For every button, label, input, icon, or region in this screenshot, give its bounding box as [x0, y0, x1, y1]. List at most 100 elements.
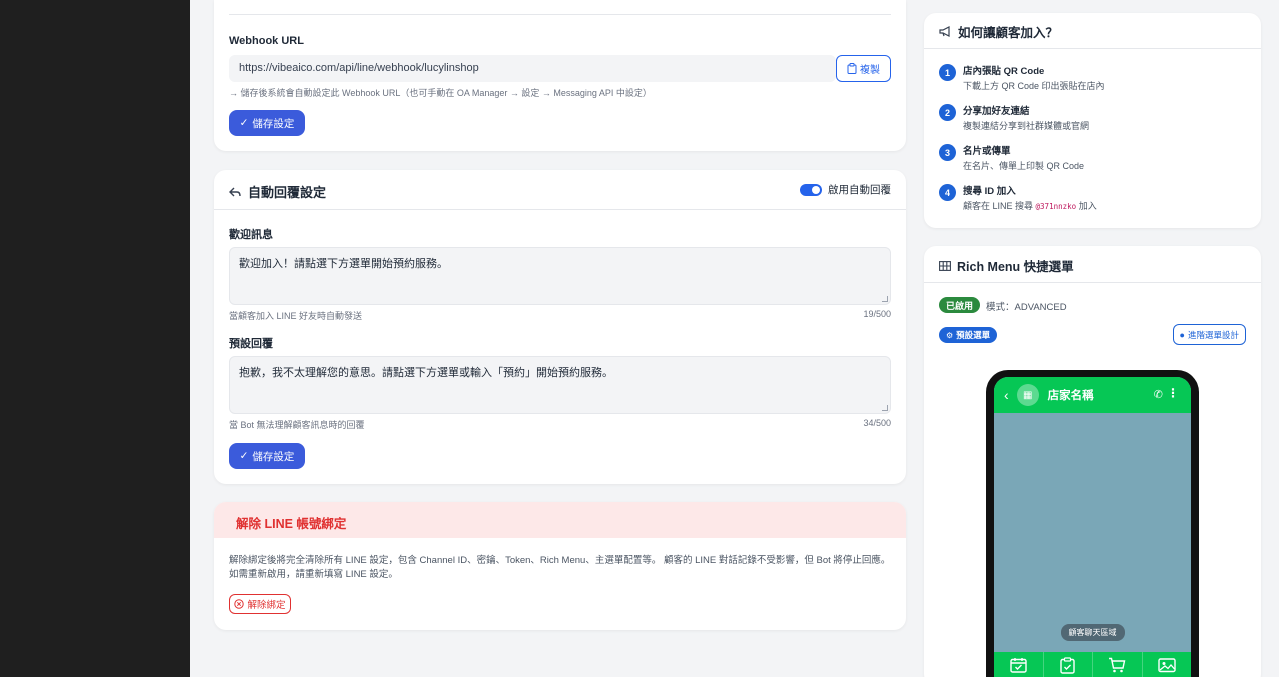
step-desc: 下載上方 QR Code 印出張貼在店內 — [963, 81, 1105, 91]
line-id-code: @371nnzko — [1035, 202, 1077, 211]
unbind-header: 解除 LINE 帳號綁定 — [214, 502, 906, 538]
settings-icon: ⚙ — [946, 330, 954, 340]
step-title: 名片或傳單 — [963, 146, 1011, 157]
rich-menu-title-text: Rich Menu 快捷選單 — [957, 260, 1074, 274]
save-settings-button[interactable]: ✓ 儲存設定 — [229, 110, 305, 136]
resize-handle[interactable] — [882, 405, 888, 411]
default-reply-value: 抱歉，我不太理解您的意思。請點選下方選單或輸入「預約」開始預約服務。 — [239, 367, 613, 379]
unbind-description: 解除綁定後將完全清除所有 LINE 設定，包含 Channel ID、密鑰、To… — [229, 554, 894, 582]
step-desc: 複製連結分享到社群媒體或官網 — [963, 121, 1090, 131]
title-divider — [924, 282, 1261, 283]
step-title: 店內張貼 QR Code — [963, 66, 1045, 77]
cart-icon — [1109, 657, 1126, 673]
advanced-menu-label: 進階選單設計 — [1187, 329, 1239, 340]
auto-reply-title: 自動回覆設定 — [229, 182, 326, 201]
welcome-char-count: 19/500 — [863, 309, 891, 319]
image-icon — [1158, 658, 1176, 673]
welcome-message-value: 歡迎加入！請點選下方選單開始預約服務。 — [239, 258, 448, 270]
save-auto-reply-button[interactable]: ✓ 儲存設定 — [229, 443, 305, 469]
webhook-hint: → 儲存後系統會自動設定此 Webhook URL（也可手動在 OA Manag… — [229, 88, 652, 98]
rich-menu-cell — [1044, 652, 1093, 677]
circle-x-icon — [234, 599, 245, 609]
webhook-url-field[interactable]: https://vibeaico.com/api/line/webhook/lu… — [229, 55, 836, 82]
unbind-text-line1: 解除綁定後將完全清除所有 LINE 設定，包含 Channel ID、密鑰、To… — [229, 555, 891, 566]
step-item: 1 店內張貼 QR Code 下載上方 QR Code 印出張貼在店內 — [939, 63, 1105, 92]
chat-area-label: 顧客聊天區域 — [1060, 624, 1125, 641]
save-label: 儲存設定 — [252, 450, 295, 463]
default-reply-textarea[interactable]: 抱歉，我不太理解您的意思。請點選下方選單或輸入「預約」開始預約服務。 — [229, 356, 891, 414]
line-chat-header: ‹ ▦ 店家名稱 ✆ ⋮ — [994, 377, 1191, 413]
status-badge: 已啟用 — [939, 297, 981, 313]
step-item: 2 分享加好友連結 複製連結分享到社群媒體或官網 — [939, 103, 1089, 132]
unbind-card: 解除 LINE 帳號綁定 解除綁定後將完全清除所有 LINE 設定，包含 Cha… — [214, 502, 906, 630]
copy-label: 複製 — [860, 65, 880, 76]
step-number: 1 — [939, 64, 956, 81]
check-icon: ✓ — [239, 117, 249, 129]
section-divider — [229, 14, 891, 15]
rich-menu-preview — [994, 652, 1191, 677]
rich-menu-cell — [1143, 652, 1192, 677]
default-reply-hint: 當 Bot 無法理解顧客訊息時的回覆 — [229, 420, 365, 430]
left-sidebar-strip — [0, 0, 190, 677]
save-label: 儲存設定 — [252, 117, 295, 130]
copy-button[interactable]: 複製 — [836, 55, 891, 82]
how-to-title: 如何讓顧客加入？ — [939, 22, 1058, 41]
unbind-text-line2: 如需重新啟用，請重新填寫 LINE 設定。 — [229, 569, 398, 580]
phone-screen: ‹ ▦ 店家名稱 ✆ ⋮ 顧客聊天區域 — [994, 377, 1191, 677]
how-to-title-text: 如何讓顧客加入？ — [958, 26, 1059, 40]
unbind-title: 解除 LINE 帳號綁定 — [236, 517, 347, 531]
clipboard-icon — [847, 63, 857, 74]
welcome-label: 歡迎訊息 — [229, 229, 273, 241]
auto-reply-toggle-group[interactable]: 啟用自動回覆 — [800, 182, 891, 197]
title-divider — [924, 48, 1261, 49]
step-desc: 在名片、傳單上印製 QR Code — [963, 161, 1085, 171]
step-item: 4 搜尋 ID 加入 顧客在 LINE 搜尋 @371nnzko 加入 — [939, 183, 1097, 212]
step-number: 4 — [939, 184, 956, 201]
step-title: 搜尋 ID 加入 — [963, 186, 1016, 197]
rich-menu-card: Rich Menu 快捷選單 已啟用 模式：ADVANCED ⚙ 預設選單 ● … — [924, 246, 1261, 677]
phone-icon: ✆ — [1153, 389, 1163, 401]
phone-preview: ‹ ▦ 店家名稱 ✆ ⋮ 顧客聊天區域 — [986, 370, 1199, 677]
step-title: 分享加好友連結 — [963, 106, 1030, 117]
more-vertical-icon: ⋮ — [1167, 386, 1179, 400]
step-desc-suffix: 加入 — [1078, 201, 1097, 211]
auto-reply-title-text: 自動回覆設定 — [248, 185, 327, 200]
preset-menu-label: 預設選單 — [956, 330, 991, 340]
shop-avatar: ▦ — [1016, 384, 1039, 406]
resize-handle[interactable] — [882, 296, 888, 302]
step-number: 2 — [939, 104, 956, 121]
webhook-card: Webhook URL https://vibeaico.com/api/lin… — [214, 0, 906, 151]
default-reply-char-count: 34/500 — [863, 418, 891, 428]
rich-menu-cell — [994, 652, 1044, 677]
megaphone-icon — [939, 26, 950, 37]
title-divider — [214, 209, 906, 210]
check-icon: ✓ — [239, 450, 249, 462]
step-item: 3 名片或傳單 在名片、傳單上印製 QR Code — [939, 143, 1084, 172]
welcome-message-textarea[interactable]: 歡迎加入！請點選下方選單開始預約服務。 — [229, 247, 891, 305]
unbind-button[interactable]: 解除綁定 — [229, 594, 291, 614]
reply-icon — [229, 187, 241, 196]
rich-menu-cell — [1093, 652, 1143, 677]
unbind-button-label: 解除綁定 — [247, 600, 286, 611]
rich-menu-title: Rich Menu 快捷選單 — [939, 256, 1074, 275]
auto-reply-card: 自動回覆設定 啟用自動回覆 歡迎訊息 歡迎加入！請點選下方選單開始預約服務。 當… — [214, 170, 906, 484]
how-to-join-card: 如何讓顧客加入？ 1 店內張貼 QR Code 下載上方 QR Code 印出張… — [924, 13, 1261, 228]
store-icon: ▦ — [1022, 389, 1033, 401]
back-arrow-icon: ‹ — [1004, 387, 1009, 403]
step-number: 3 — [939, 144, 956, 161]
step-desc-prefix: 顧客在 LINE 搜尋 — [963, 201, 1034, 211]
auto-reply-toggle[interactable] — [800, 183, 822, 196]
palette-icon: ● — [1179, 329, 1185, 340]
calendar-check-icon — [1010, 658, 1027, 673]
preset-menu-badge: ⚙ 預設選單 — [939, 327, 998, 343]
step-desc: 顧客在 LINE 搜尋 @371nnzko 加入 — [963, 199, 1097, 212]
auto-reply-toggle-label: 啟用自動回覆 — [828, 184, 891, 196]
shop-name: 店家名稱 — [1047, 390, 1094, 402]
mode-text: 模式：ADVANCED — [986, 302, 1067, 313]
default-reply-label: 預設回覆 — [229, 338, 273, 350]
clipboard-check-icon — [1060, 657, 1075, 674]
grid-icon — [939, 260, 951, 271]
welcome-hint: 當顧客加入 LINE 好友時自動發送 — [229, 311, 363, 321]
advanced-menu-design-button[interactable]: ● 進階選單設計 — [1172, 324, 1246, 345]
webhook-label: Webhook URL — [229, 35, 304, 47]
